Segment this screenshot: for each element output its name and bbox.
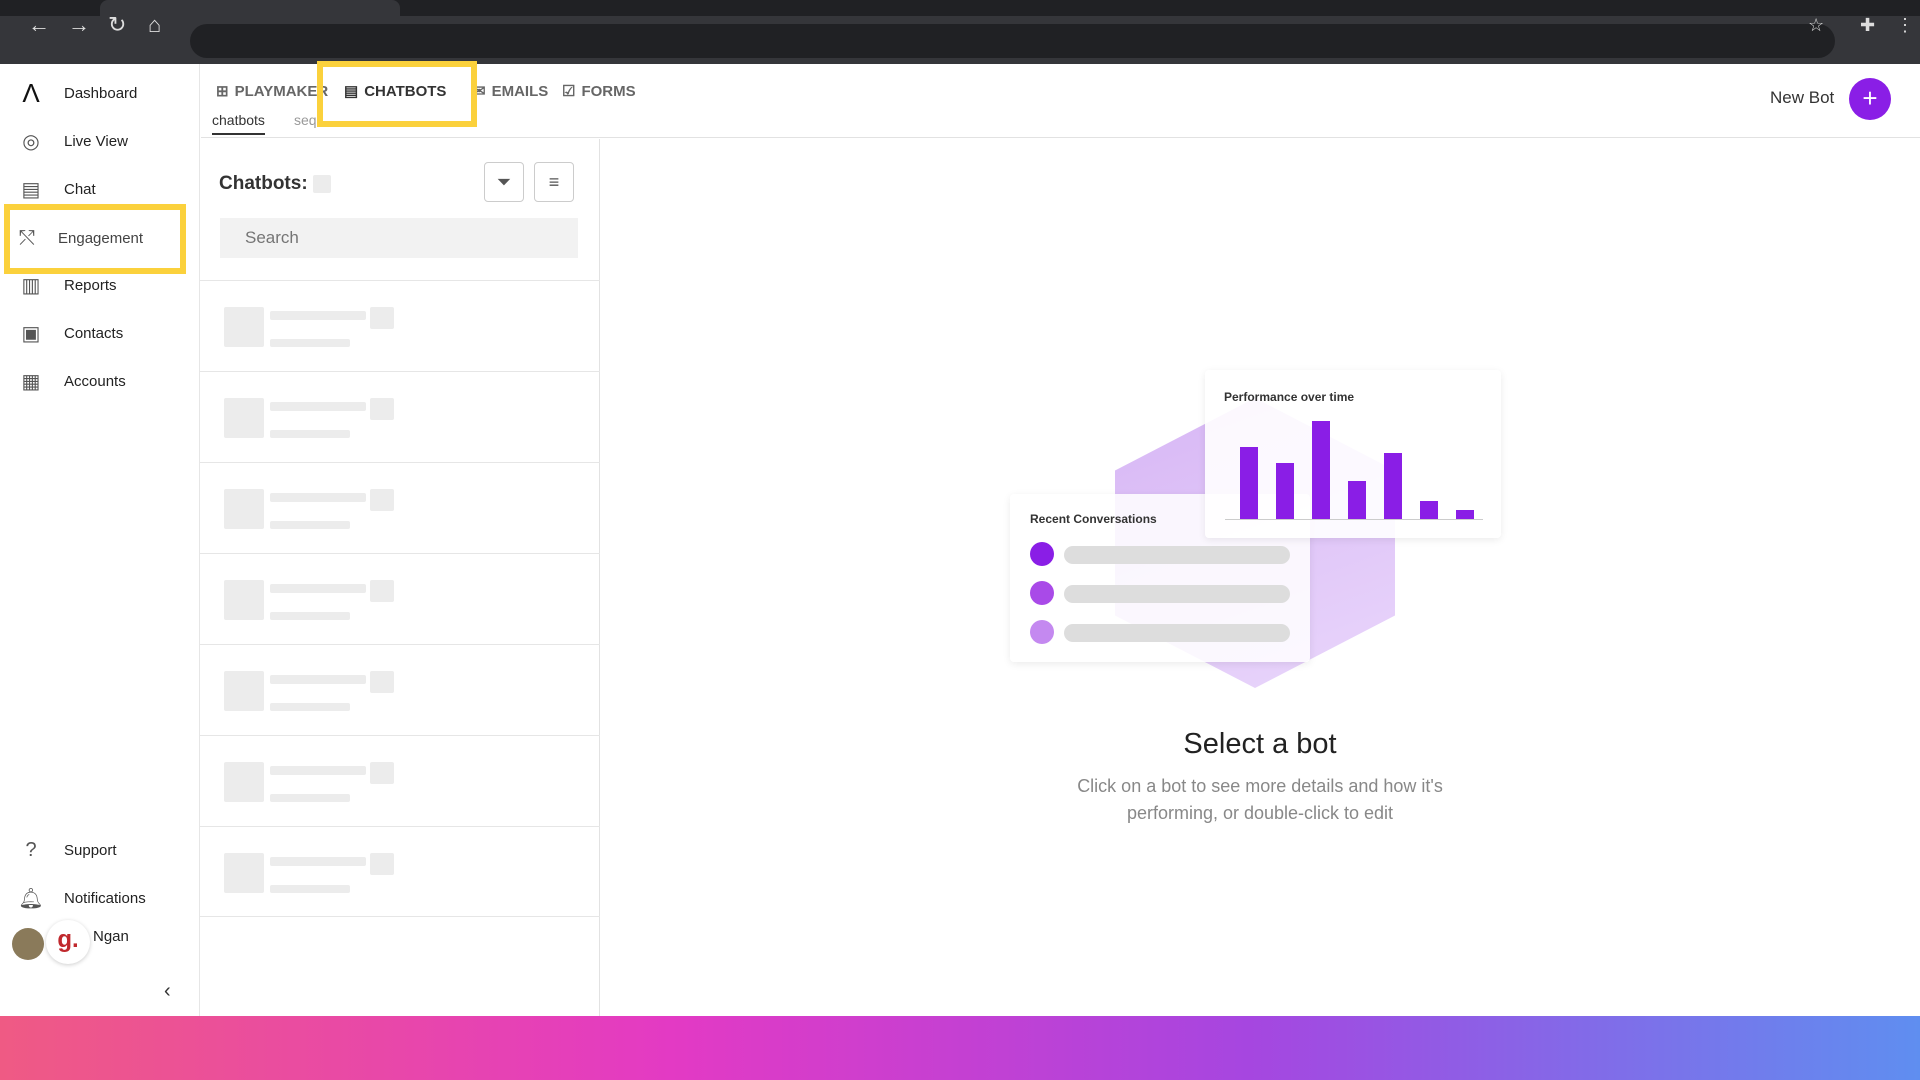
mini-bar [1456, 510, 1474, 519]
sidebar-item-support[interactable]: ? Support [0, 830, 200, 870]
bottom-gradient-bar [0, 1016, 1920, 1080]
sidebar-item-label: Dashboard [64, 84, 138, 102]
tab-playmaker[interactable]: ⊞ PLAYMAKER [216, 82, 329, 101]
conversation-dot [1030, 581, 1054, 605]
forms-icon: ☑ [562, 83, 576, 100]
tab-emails[interactable]: ✉ EMAILS [473, 82, 549, 101]
subtab-chatbots[interactable]: chatbots [212, 112, 265, 135]
sort-button[interactable]: ≡ [534, 162, 574, 202]
logo-icon: Λ [22, 77, 40, 108]
empty-state-desc-2: performing, or double-click to edit [1126, 803, 1394, 823]
sidebar-item-label: Contacts [64, 324, 124, 342]
browser-tab[interactable] [100, 0, 400, 16]
reload-icon[interactable]: ↻ [108, 12, 126, 38]
conversation-dot [1030, 620, 1054, 644]
sidebar-item-label: Support [64, 841, 117, 859]
list-item-skeleton [200, 735, 600, 826]
sidebar-item-chat[interactable]: ▤ Chat [0, 169, 200, 209]
list-item-skeleton [200, 644, 600, 735]
new-bot-button[interactable]: + [1849, 78, 1891, 120]
playmaker-icon: ⊞ [216, 83, 229, 100]
bookmark-star-icon[interactable]: ☆ [1808, 15, 1824, 36]
new-bot-label[interactable]: New Bot [1770, 88, 1834, 108]
list-item-skeleton [200, 553, 600, 644]
contacts-icon: ▣ [21, 322, 41, 345]
sidebar-item-label: Notifications [64, 889, 146, 907]
tab-forms[interactable]: ☑ FORMS [562, 82, 636, 101]
empty-state-illustration: Recent Conversations Performance over ti… [1010, 368, 1501, 688]
menu-icon[interactable]: ⋮ [1896, 15, 1914, 36]
sidebar-item-label: Reports [64, 276, 117, 294]
sidebar-item-label: Accounts [64, 372, 126, 390]
bell-icon: 🔔︎ [18, 887, 44, 910]
list-item-skeleton [200, 826, 600, 917]
sidebar-item-label: Chat [64, 180, 96, 198]
list-item-skeleton [200, 462, 600, 553]
collapse-chevron-icon[interactable]: ‹ [164, 980, 171, 1003]
sidebar-item-label: Live View [64, 132, 128, 150]
help-icon: ? [25, 838, 37, 861]
forward-icon[interactable]: → [68, 12, 90, 38]
mini-bar [1240, 447, 1258, 519]
subtab-sequences[interactable]: seq [294, 112, 317, 128]
chat-icon: ▤ [21, 178, 41, 201]
address-bar[interactable] [190, 24, 1835, 58]
filter-icon: ⏷ [496, 171, 512, 192]
list-item-skeleton [200, 280, 600, 371]
conversation-dot [1030, 542, 1054, 566]
sidebar-item-dashboard[interactable]: Λ Dashboard [0, 73, 200, 113]
performance-card: Performance over time [1205, 370, 1501, 538]
sidebar-item-accounts[interactable]: ▦ Accounts [0, 361, 200, 401]
mini-bar [1348, 481, 1366, 519]
conversation-line [1064, 585, 1290, 603]
count-placeholder [313, 175, 331, 193]
sidebar-item-live-view[interactable]: ◎ Live View [0, 121, 200, 161]
tab-label: PLAYMAKER [234, 82, 329, 100]
user-name: Ngan [93, 928, 129, 945]
empty-state-title: Select a bot [1183, 728, 1337, 760]
list-item-skeleton [200, 371, 600, 462]
search-input[interactable] [220, 218, 578, 258]
sort-icon: ≡ [548, 171, 560, 192]
company-logo: g. [46, 920, 90, 964]
sidebar-item-notifications[interactable]: 🔔︎ Notifications [0, 878, 200, 918]
chatbot-list-panel: Chatbots: ⏷ ≡ [200, 139, 600, 1016]
tab-label: EMAILS [491, 82, 549, 100]
live-view-icon: ◎ [22, 130, 40, 153]
extensions-icon[interactable]: ✚ [1860, 15, 1875, 36]
mini-chart [1225, 420, 1483, 520]
tab-label: FORMS [581, 82, 636, 100]
mini-bar [1420, 501, 1438, 519]
conversation-line [1064, 546, 1290, 564]
building-icon: ▦ [21, 370, 41, 393]
sidebar-item-contacts[interactable]: ▣ Contacts [0, 313, 200, 353]
back-icon[interactable]: ← [28, 12, 50, 38]
empty-state-desc-1: Click on a bot to see more details and h… [1077, 776, 1443, 796]
conversation-line [1064, 624, 1290, 642]
mini-bar [1384, 453, 1402, 519]
highlight-engagement [4, 204, 186, 274]
filter-button[interactable]: ⏷ [484, 162, 524, 202]
home-icon[interactable]: ⌂ [148, 12, 161, 38]
card-title: Recent Conversations [1030, 512, 1157, 526]
bar-chart-icon: ▥ [21, 274, 41, 297]
mini-bar [1276, 463, 1294, 519]
avatar[interactable] [12, 928, 44, 960]
highlight-chatbots [317, 61, 477, 127]
mini-bar [1312, 421, 1330, 519]
card-title: Performance over time [1224, 390, 1355, 404]
list-title: Chatbots: [219, 173, 308, 194]
